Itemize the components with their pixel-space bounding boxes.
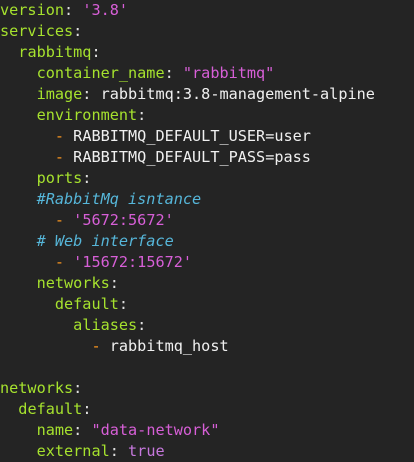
yaml-punctuation: : <box>73 22 83 40</box>
yaml-comment: # Web interface <box>36 232 174 250</box>
code-line[interactable]: networks: <box>0 378 414 399</box>
list-dash: - <box>54 148 74 166</box>
yaml-punctuation: : <box>82 169 92 187</box>
code-line[interactable]: environment: <box>0 105 414 126</box>
string-value: "data-network" <box>91 421 220 439</box>
plain-value: rabbitmq_host <box>109 337 229 355</box>
yaml-punctuation: : <box>82 85 101 103</box>
string-value: '3.8' <box>82 1 129 19</box>
code-line[interactable]: name: "data-network" <box>0 420 414 441</box>
yaml-comment: #RabbitMq isntance <box>36 190 202 208</box>
code-line[interactable]: - '5672:5672' <box>0 210 414 231</box>
plain-value: RABBITMQ_DEFAULT_USER=user <box>73 127 311 145</box>
list-dash: - <box>54 211 74 229</box>
code-line[interactable] <box>0 357 414 378</box>
list-dash: - <box>91 337 110 355</box>
code-line[interactable]: # Web interface <box>0 231 414 252</box>
boolean-value: true <box>128 442 165 460</box>
yaml-punctuation: : <box>137 106 147 124</box>
yaml-punctuation: : <box>82 400 92 418</box>
yaml-key: networks <box>0 379 74 397</box>
code-line[interactable]: version: '3.8' <box>0 0 414 21</box>
yaml-key: rabbitmq <box>18 43 92 61</box>
yaml-punctuation: : <box>73 379 83 397</box>
code-line[interactable]: - '15672:15672' <box>0 252 414 273</box>
code-line[interactable]: networks: <box>0 273 414 294</box>
yaml-punctuation: : <box>91 43 101 61</box>
yaml-key: version <box>0 1 65 19</box>
yaml-punctuation: : <box>164 64 183 82</box>
string-value: '5672:5672' <box>73 211 174 229</box>
yaml-punctuation: : <box>64 1 83 19</box>
yaml-key: name <box>36 421 74 439</box>
list-dash: - <box>54 127 74 145</box>
yaml-key: aliases <box>73 316 138 334</box>
yaml-key: default <box>18 400 83 418</box>
code-line[interactable]: image: rabbitmq:3.8-management-alpine <box>0 84 414 105</box>
yaml-punctuation: : <box>137 316 147 334</box>
yaml-punctuation: : <box>73 421 92 439</box>
code-line[interactable]: ports: <box>0 168 414 189</box>
code-line[interactable]: aliases: <box>0 315 414 336</box>
code-line[interactable]: - RABBITMQ_DEFAULT_USER=user <box>0 126 414 147</box>
yaml-key: environment <box>36 106 138 124</box>
code-line[interactable]: - rabbitmq_host <box>0 336 414 357</box>
yaml-key: image <box>36 85 83 103</box>
string-value: '15672:15672' <box>73 253 193 271</box>
yaml-key: networks <box>36 274 110 292</box>
string-value: "rabbitmq" <box>182 64 275 82</box>
yaml-punctuation: : <box>118 295 129 313</box>
code-line[interactable]: #RabbitMq isntance <box>0 189 414 210</box>
code-line[interactable]: - RABBITMQ_DEFAULT_PASS=pass <box>0 147 414 168</box>
yaml-punctuation: : <box>109 442 129 460</box>
code-line[interactable]: container_name: "rabbitmq" <box>0 63 414 84</box>
yaml-key: default <box>54 295 119 313</box>
yaml-key: external <box>36 442 110 460</box>
yaml-punctuation: : <box>109 274 119 292</box>
list-dash: - <box>54 253 74 271</box>
yaml-code-editor[interactable]: version: '3.8' services: rabbitmq: contai… <box>0 0 414 460</box>
plain-value: RABBITMQ_DEFAULT_PASS=pass <box>73 148 311 166</box>
code-line[interactable]: rabbitmq: <box>0 42 414 63</box>
yaml-key: ports <box>36 169 83 187</box>
yaml-key: services <box>0 22 74 40</box>
code-line[interactable]: default: <box>0 399 414 420</box>
code-line[interactable]: services: <box>0 21 414 42</box>
code-line[interactable]: default: <box>0 294 414 315</box>
plain-value: rabbitmq:3.8-management-alpine <box>100 85 375 103</box>
yaml-key: container_name <box>36 64 165 82</box>
